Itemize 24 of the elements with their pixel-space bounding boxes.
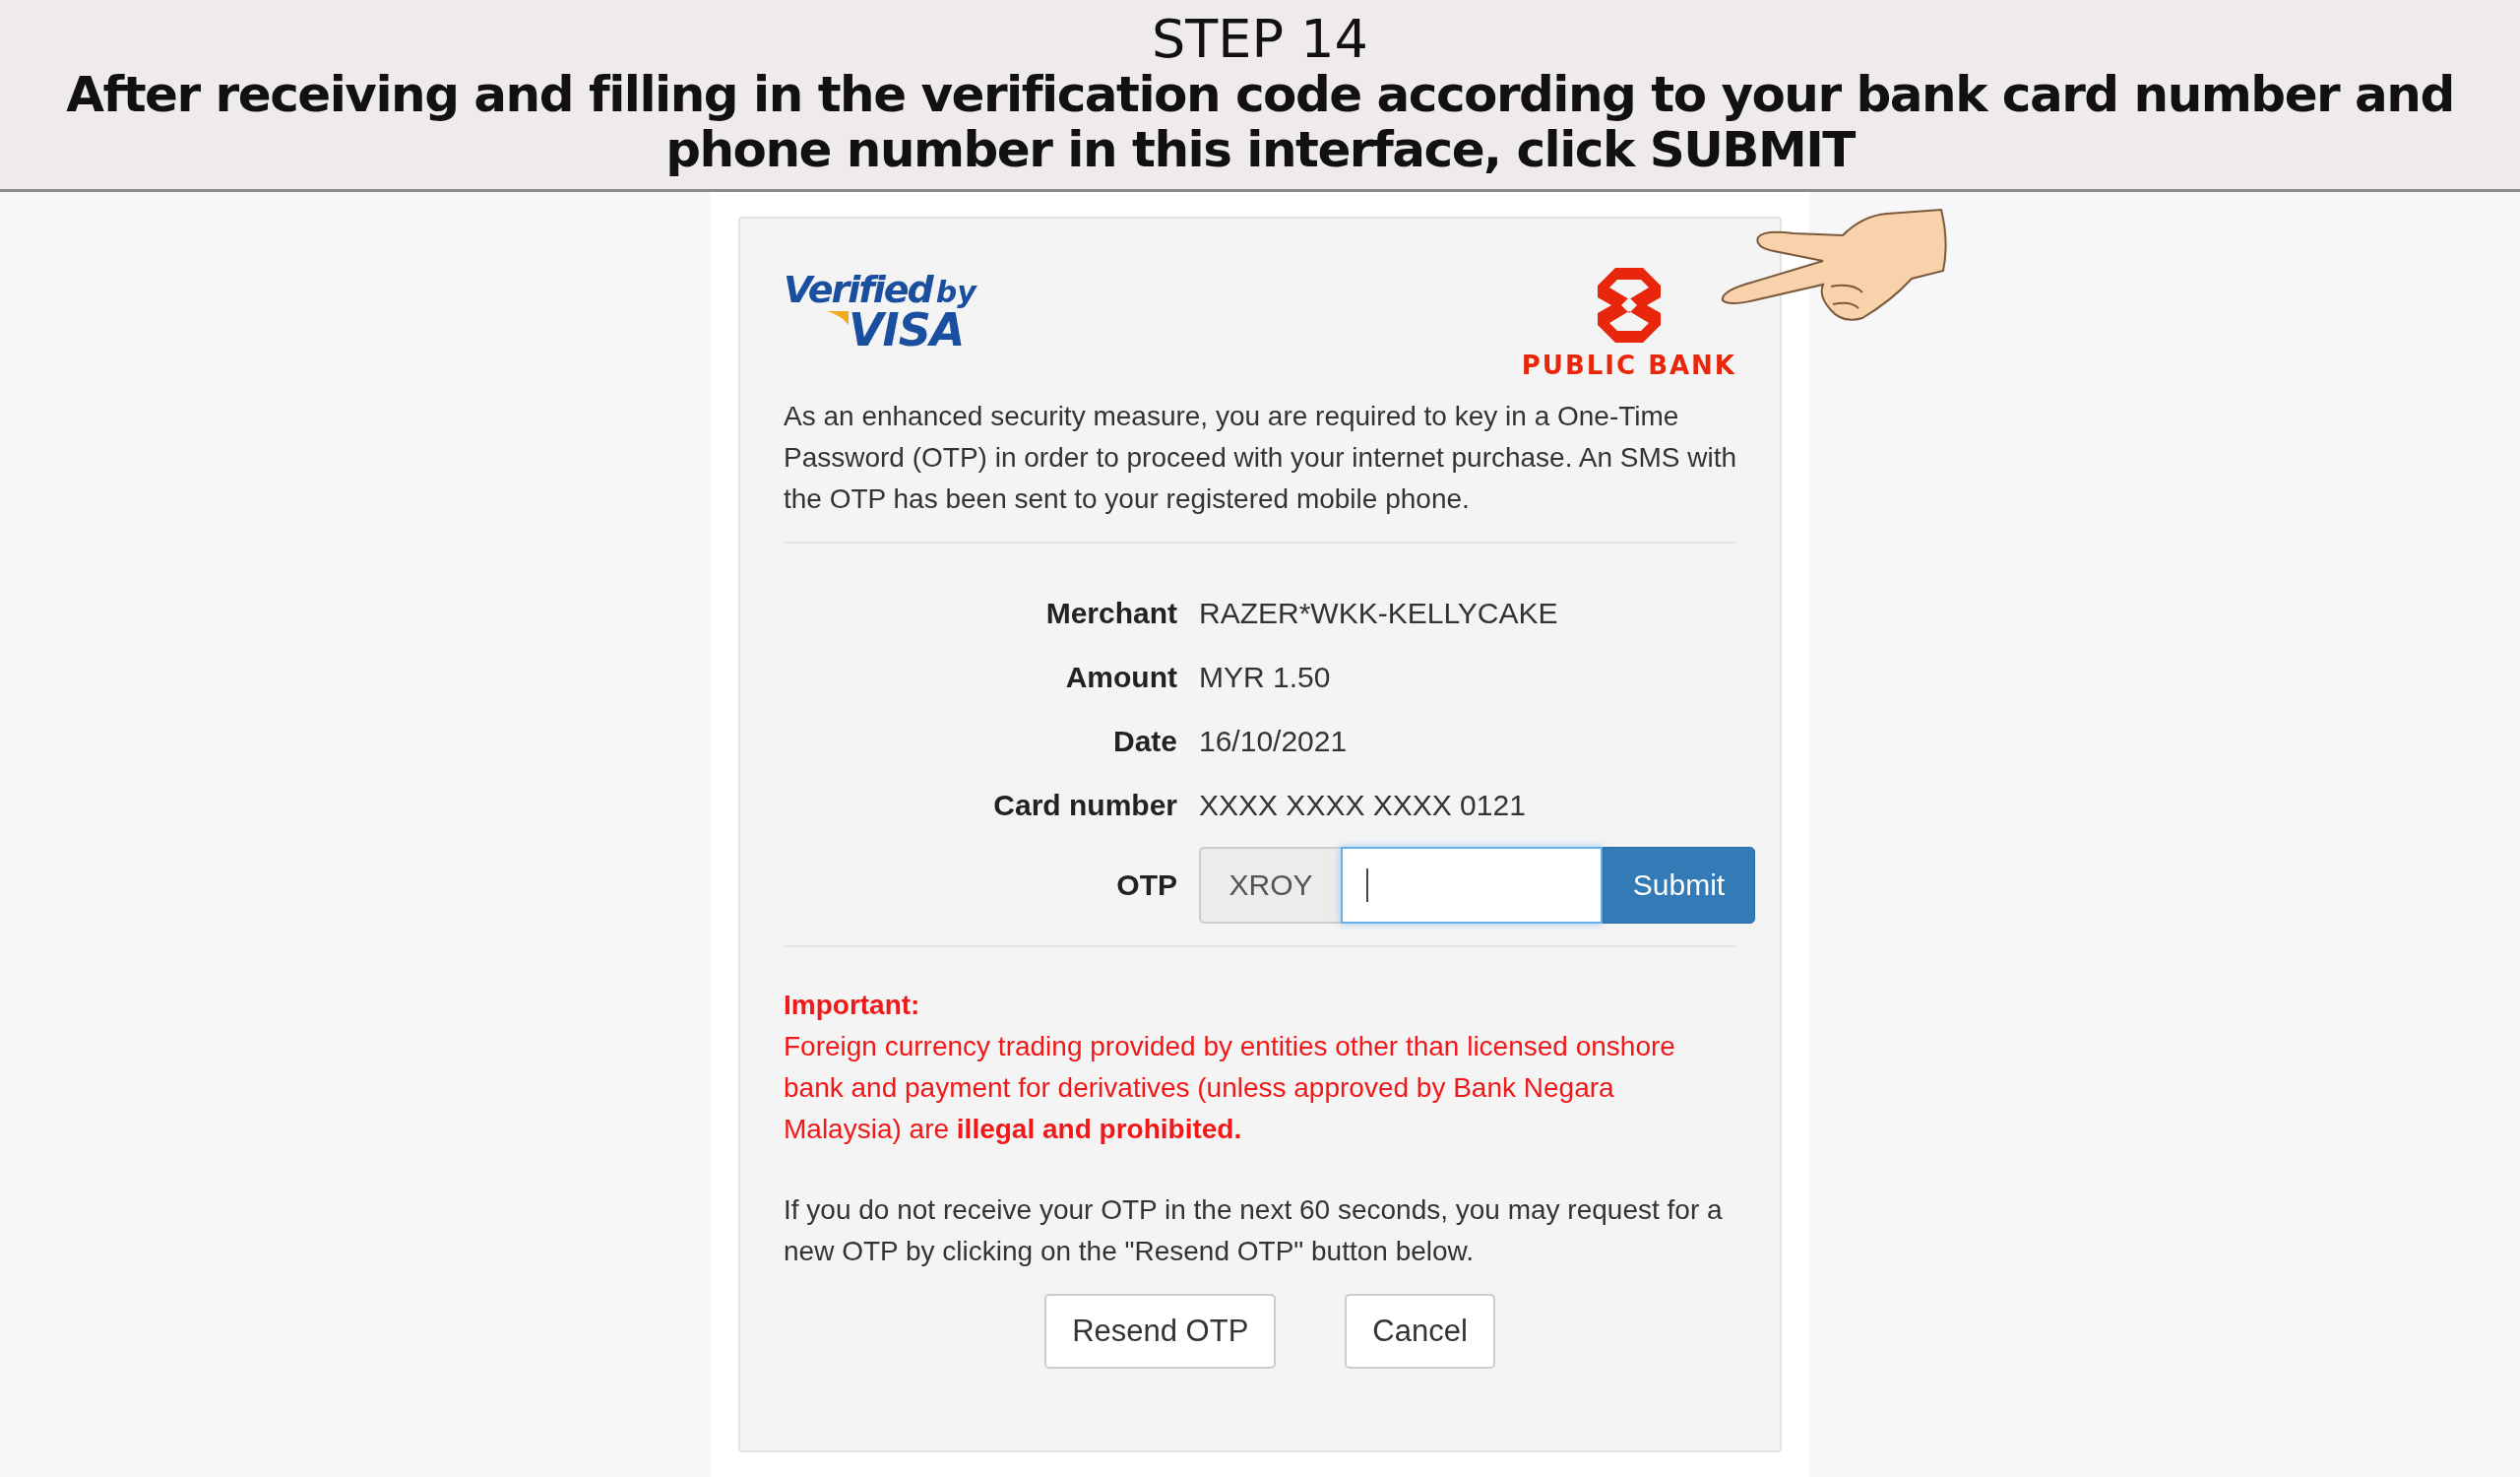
submit-button[interactable]: Submit	[1603, 847, 1755, 924]
field-value: MYR 1.50	[1199, 660, 1331, 694]
instruction-text: After receiving and filling in the verification code according to your bank card number and phone number in this interface, click SUBMIT	[65, 67, 2455, 177]
cancel-button[interactable]: Cancel	[1345, 1294, 1495, 1369]
field-label: Amount	[1064, 660, 1178, 694]
otp-prefix: XROY	[1199, 847, 1341, 924]
field-label: Date	[1111, 724, 1178, 758]
intro-text: As an enhanced security measure, you are required to key in a One-Time Password (OTP) in order to proceed with your internet purchase. An SMS with the OTP has been sent to your registered mobile phone.	[784, 400, 1736, 516]
field-value: 16/10/2021	[1199, 724, 1348, 758]
bank-name: PUBLIC BANK	[1521, 351, 1736, 380]
otp-label: OTP	[1115, 868, 1178, 902]
otp-input-field[interactable]	[1341, 847, 1603, 924]
resend-note: If you do not receive your OTP in the next 60 seconds, you may request for a new OTP by clicking on the "Resend OTP" button below.	[784, 1193, 1724, 1268]
field-label: Card number	[992, 788, 1178, 822]
field-value: XXXX XXXX XXXX 0121	[1199, 788, 1526, 822]
field-value: RAZER*WKK-KELLYCAKE	[1199, 596, 1558, 630]
field-label: Merchant	[1044, 596, 1178, 630]
bank-logo-icon	[1597, 268, 1661, 343]
warning-text: Foreign currency trading provided by entities other than licensed onshore bank and payment for derivatives (unless approved by Bank Negara Malaysia) are illegal and prohibited.	[784, 1030, 1676, 1146]
step-title: STEP 14	[1152, 12, 1368, 67]
resend-otp-button[interactable]: Resend OTP	[1044, 1294, 1277, 1369]
important-heading: Important:	[784, 989, 921, 1022]
swoosh-icon	[827, 311, 849, 325]
logo-text: by	[935, 275, 976, 309]
